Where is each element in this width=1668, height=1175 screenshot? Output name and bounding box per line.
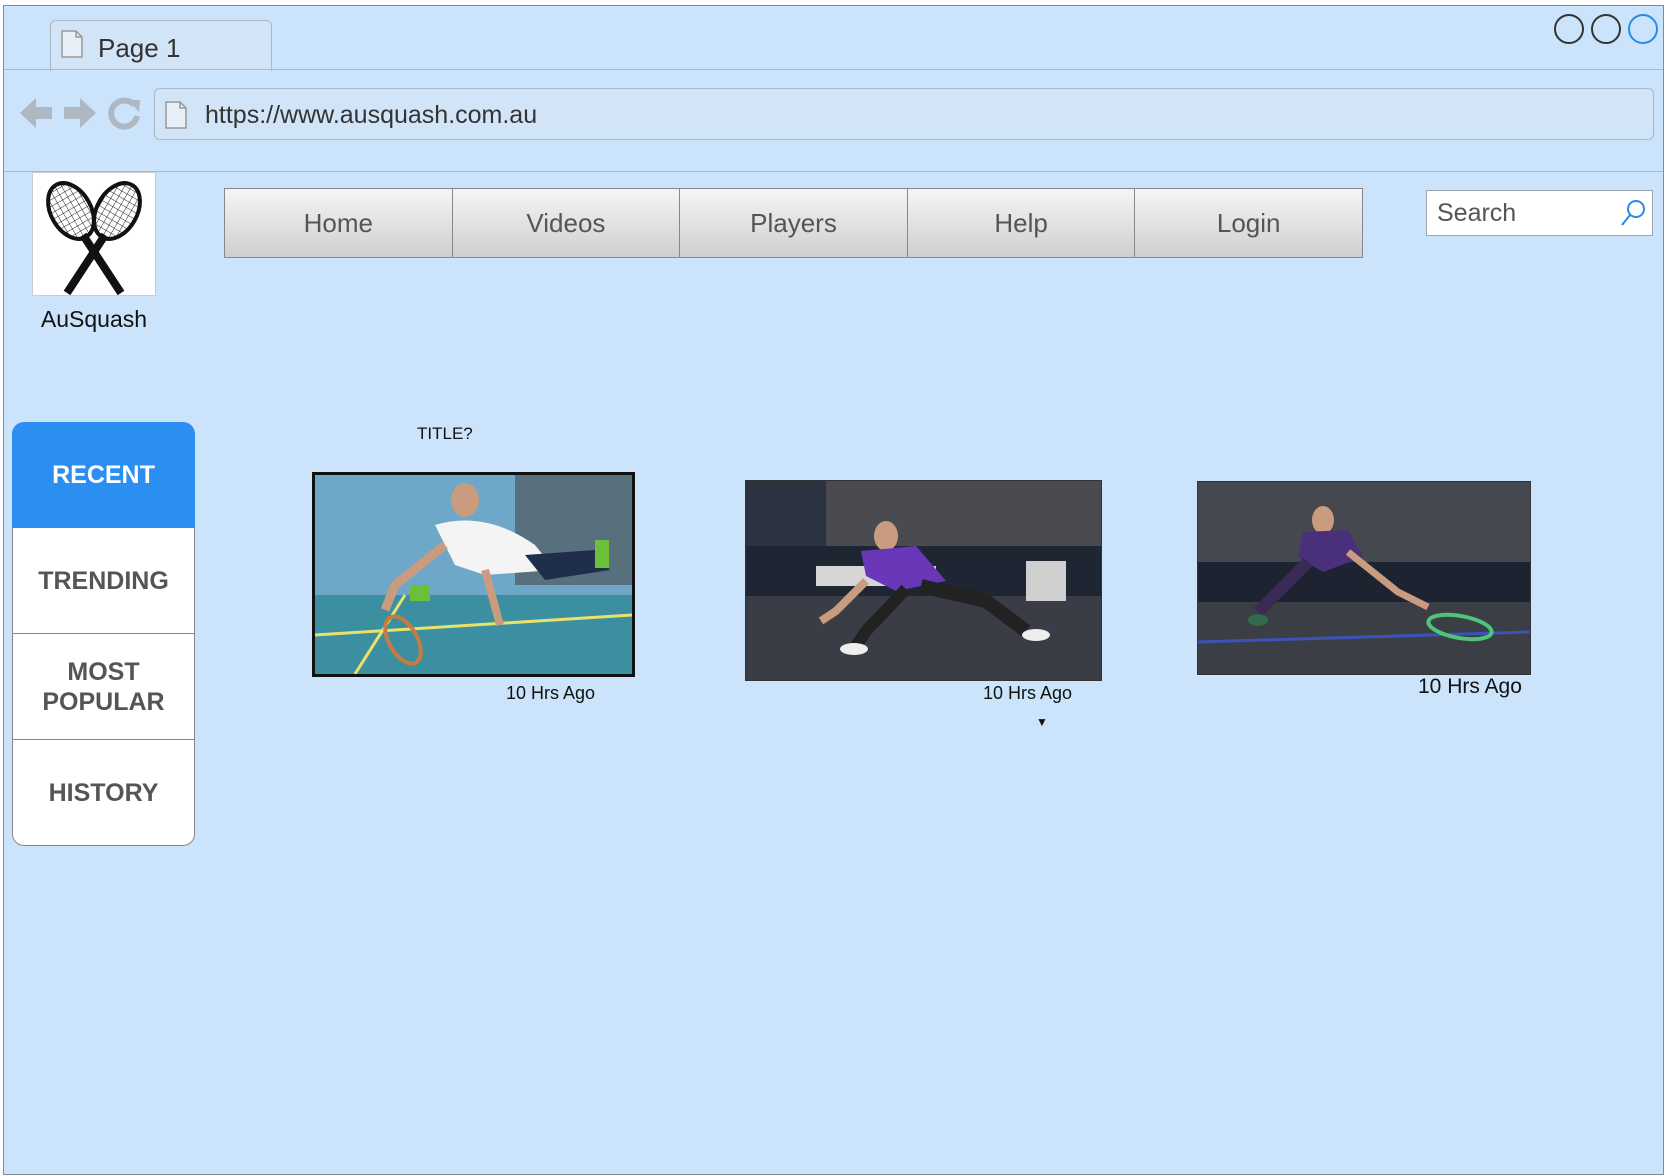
nav-login[interactable]: Login	[1135, 189, 1362, 257]
address-bar[interactable]: https://www.ausquash.com.au	[154, 88, 1654, 140]
nav-videos[interactable]: Videos	[452, 189, 681, 257]
browser-tab[interactable]: Page 1	[50, 20, 272, 71]
toolbar-divider	[4, 171, 1663, 172]
tab-recent[interactable]: RECENT	[12, 422, 195, 528]
nav-home[interactable]: Home	[225, 189, 453, 257]
back-arrow-icon[interactable]	[18, 96, 54, 130]
search-icon[interactable]	[1620, 199, 1646, 227]
video-timestamp: 10 Hrs Ago	[506, 683, 596, 703]
caret-down-icon: ▼	[1036, 715, 1048, 729]
page-icon	[61, 30, 83, 58]
squash-player-image	[315, 475, 632, 674]
site-name: AuSquash	[40, 306, 148, 332]
tab-label: Page 1	[98, 33, 181, 63]
tab-history[interactable]: HISTORY	[12, 740, 195, 846]
squash-player-image	[1198, 482, 1530, 674]
browser-window: Page 1 https://www.ausquash.com.au AuSqu…	[3, 5, 1664, 1175]
tab-most-popular[interactable]: MOST POPULAR	[12, 634, 195, 740]
nav-help[interactable]: Help	[907, 189, 1136, 257]
nav-players[interactable]: Players	[680, 189, 908, 257]
window-minimize-button[interactable]	[1591, 14, 1621, 44]
reload-icon[interactable]	[108, 96, 142, 130]
category-tabs: RECENT TRENDING MOST POPULAR HISTORY	[12, 422, 195, 846]
video-timestamp: 10 Hrs Ago	[983, 683, 1073, 703]
tab-divider	[4, 69, 1663, 70]
search-input[interactable]: Search	[1426, 190, 1653, 236]
url-text: https://www.ausquash.com.au	[205, 101, 538, 129]
forward-arrow-icon[interactable]	[62, 96, 98, 130]
crossed-rackets-icon	[46, 181, 142, 296]
section-title: TITLE?	[417, 424, 473, 443]
video-thumbnail[interactable]	[1197, 481, 1531, 675]
tab-trending[interactable]: TRENDING	[12, 528, 195, 634]
search-placeholder: Search	[1437, 199, 1517, 227]
window-maximize-button[interactable]	[1628, 14, 1658, 44]
window-close-button[interactable]	[1554, 14, 1584, 44]
squash-player-image	[746, 481, 1101, 680]
page-icon	[165, 101, 187, 129]
main-nav: Home Videos Players Help Login	[224, 188, 1363, 258]
video-timestamp: 10 Hrs Ago	[1418, 675, 1522, 698]
site-logo[interactable]	[32, 172, 156, 296]
video-thumbnail[interactable]	[312, 472, 635, 677]
video-thumbnail[interactable]	[745, 480, 1102, 681]
